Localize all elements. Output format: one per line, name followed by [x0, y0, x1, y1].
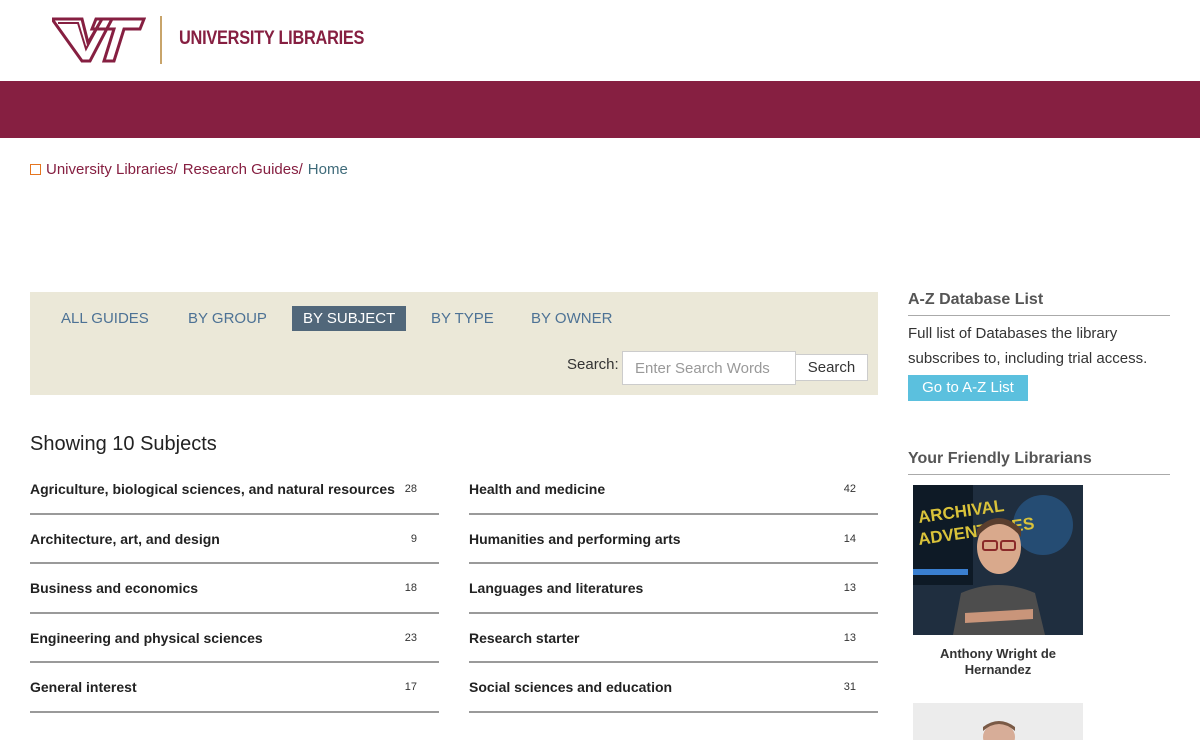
- subject-count: 9: [410, 532, 417, 545]
- search-button[interactable]: Search: [795, 354, 868, 381]
- tab-by-group[interactable]: BY GROUP: [177, 306, 278, 331]
- az-database-heading: A-Z Database List: [908, 291, 1170, 316]
- librarian-name[interactable]: Anthony Wright de Hernandez: [913, 646, 1083, 678]
- subject-row[interactable]: General interest 17: [30, 663, 439, 713]
- subject-name[interactable]: Humanities and performing arts: [469, 531, 681, 547]
- breadcrumb-home: Home: [307, 161, 348, 178]
- subjects-left-column: Agriculture, biological sciences, and na…: [30, 465, 439, 713]
- subject-row[interactable]: Business and economics 18: [30, 564, 439, 614]
- tab-by-subject[interactable]: BY SUBJECT: [292, 306, 407, 331]
- subject-count: 14: [843, 532, 856, 545]
- search-input[interactable]: [622, 351, 796, 385]
- subject-name[interactable]: Business and economics: [30, 580, 198, 596]
- subject-count: 18: [404, 582, 417, 595]
- search-label: Search:: [567, 356, 619, 373]
- subject-count: 17: [404, 681, 417, 694]
- librarian-photo[interactable]: ARCHIVAL ADVENTURES: [913, 485, 1083, 635]
- home-square-icon: [30, 164, 41, 175]
- subject-name[interactable]: Languages and literatures: [469, 580, 643, 596]
- librarian-photo[interactable]: [913, 703, 1083, 740]
- subject-count: 42: [843, 483, 856, 495]
- subject-count: 31: [843, 681, 856, 694]
- subject-row[interactable]: Humanities and performing arts 14: [469, 515, 878, 565]
- subject-name[interactable]: Engineering and physical sciences: [30, 630, 263, 646]
- subject-row[interactable]: Research starter 13: [469, 614, 878, 664]
- breadcrumb: University Libraries / Research Guides / H…: [30, 161, 348, 178]
- subjects-right-column: Health and medicine 42 Humanities and pe…: [469, 465, 878, 713]
- logo-divider: [160, 16, 162, 64]
- subject-count: 23: [404, 631, 417, 644]
- breadcrumb-research-guides[interactable]: Research Guides: [183, 161, 299, 178]
- go-to-az-list-button[interactable]: Go to A-Z List: [908, 375, 1028, 401]
- subject-name[interactable]: Research starter: [469, 630, 580, 646]
- subject-row[interactable]: Social sciences and education 31: [469, 663, 878, 713]
- az-database-description: Full list of Databases the library subsc…: [908, 325, 1148, 367]
- subject-name[interactable]: Architecture, art, and design: [30, 531, 220, 547]
- breadcrumb-university-libraries[interactable]: University Libraries: [46, 161, 174, 178]
- subject-name[interactable]: Social sciences and education: [469, 679, 672, 695]
- brand-name[interactable]: UNIVERSITY LIBRARIES: [179, 28, 364, 50]
- guide-filter-panel: ALL GUIDES BY GROUP BY SUBJECT BY TYPE B…: [30, 292, 878, 395]
- site-header: UNIVERSITY LIBRARIES: [0, 0, 1200, 81]
- subject-row[interactable]: Engineering and physical sciences 23: [30, 614, 439, 664]
- librarians-heading: Your Friendly Librarians: [908, 450, 1170, 475]
- subject-count: 13: [843, 582, 856, 595]
- tab-by-owner[interactable]: BY OWNER: [520, 306, 623, 331]
- subject-name[interactable]: General interest: [30, 679, 137, 695]
- tab-by-type[interactable]: BY TYPE: [420, 306, 505, 331]
- tab-all-guides[interactable]: ALL GUIDES: [50, 306, 160, 331]
- subject-name[interactable]: Health and medicine: [469, 481, 605, 497]
- vt-logo[interactable]: [52, 17, 146, 63]
- subject-row[interactable]: Architecture, art, and design 9: [30, 515, 439, 565]
- subject-count: 13: [843, 631, 856, 644]
- subject-name[interactable]: Agriculture, biological sciences, and na…: [30, 481, 395, 497]
- subjects-count-heading: Showing 10 Subjects: [30, 433, 217, 455]
- subject-row[interactable]: Agriculture, biological sciences, and na…: [30, 465, 439, 515]
- subject-row[interactable]: Languages and literatures 13: [469, 564, 878, 614]
- subject-row[interactable]: Health and medicine 42: [469, 465, 878, 515]
- subject-count: 28: [404, 483, 417, 495]
- breadcrumb-separator: /: [298, 161, 303, 178]
- nav-bar: [0, 81, 1200, 138]
- breadcrumb-separator: /: [173, 161, 178, 178]
